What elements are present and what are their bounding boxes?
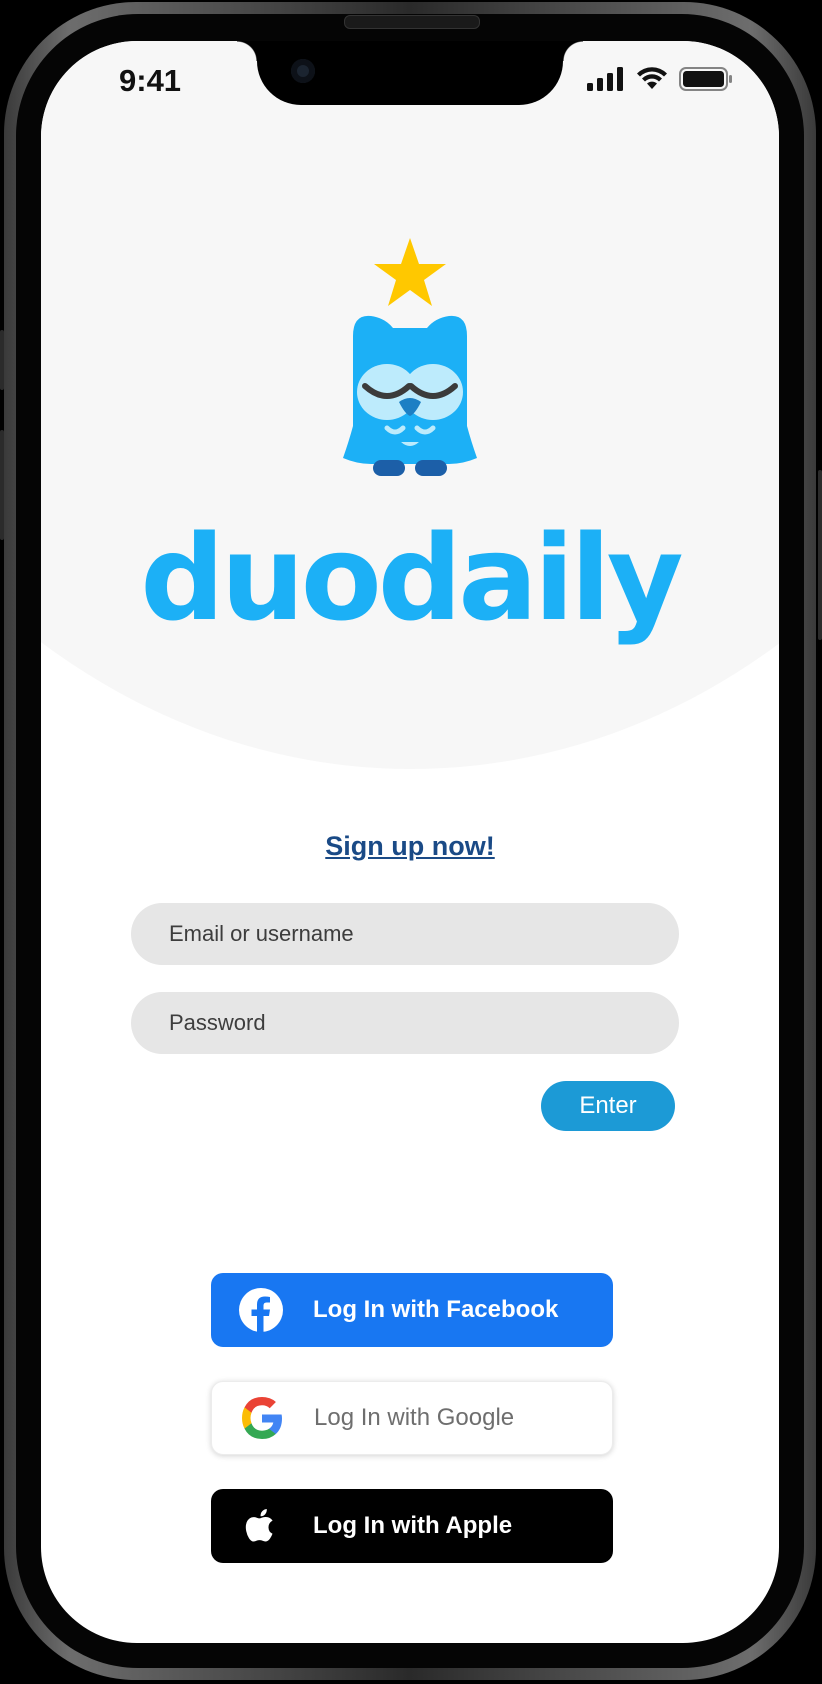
facebook-login-label: Log In with Facebook: [313, 1296, 559, 1323]
app-screen: 9:41 duodaily Sign up now! Email or user…: [41, 41, 779, 1643]
owl-logo: [41, 236, 779, 500]
email-field[interactable]: [131, 903, 679, 965]
apple-login-label: Log In with Apple: [313, 1512, 513, 1539]
side-button: [818, 470, 822, 640]
star-icon: [374, 238, 446, 306]
wifi-icon: [637, 67, 667, 89]
enter-button[interactable]: Enter: [541, 1081, 675, 1131]
battery-icon: [679, 67, 732, 91]
status-icons: [587, 67, 733, 91]
status-time: 9:41: [119, 63, 182, 98]
owl-mascot-icon: [343, 238, 477, 476]
apple-login-button[interactable]: Log In with Apple: [211, 1489, 613, 1563]
side-button: [0, 330, 4, 390]
camera: [291, 59, 315, 83]
brand-wordmark: duodaily: [140, 509, 683, 647]
google-login-label: Log In with Google: [314, 1404, 515, 1431]
facebook-login-button[interactable]: Log In with Facebook: [211, 1273, 613, 1347]
password-field[interactable]: [131, 992, 679, 1054]
apple-icon: [239, 1504, 283, 1548]
signup-link[interactable]: Sign up now!: [41, 831, 779, 862]
google-login-button[interactable]: Log In with Google: [211, 1381, 613, 1455]
side-button: [0, 430, 4, 540]
earpiece-speaker: [344, 15, 480, 29]
cellular-signal-icon: [587, 67, 623, 91]
google-icon: [240, 1396, 284, 1440]
facebook-icon: [239, 1288, 283, 1332]
